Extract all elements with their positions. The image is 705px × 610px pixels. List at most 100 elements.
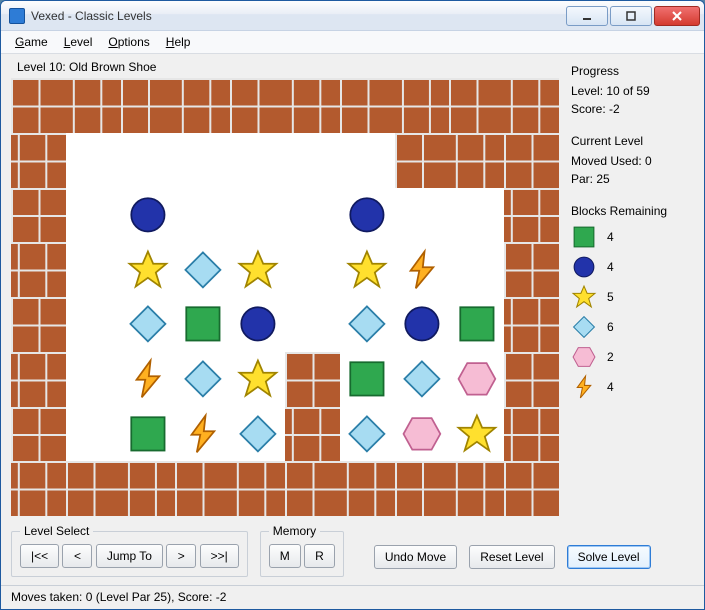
memory-r-button[interactable]: R bbox=[304, 544, 335, 568]
block-star[interactable] bbox=[121, 242, 176, 297]
wall-cell bbox=[449, 461, 504, 516]
block-hexagon[interactable] bbox=[449, 352, 504, 407]
wall-cell bbox=[121, 461, 176, 516]
wall-cell bbox=[11, 352, 66, 407]
wall-cell bbox=[66, 78, 121, 133]
prev-level-button[interactable]: < bbox=[62, 544, 92, 568]
memory-heading: Memory bbox=[269, 524, 320, 538]
wall-cell bbox=[175, 78, 230, 133]
level-title: Level 10: Old Brown Shoe bbox=[17, 60, 559, 74]
wall-cell bbox=[449, 78, 504, 133]
wall-cell bbox=[504, 297, 559, 352]
memory-m-button[interactable]: M bbox=[269, 544, 301, 568]
empty-cell bbox=[66, 407, 121, 462]
empty-cell bbox=[66, 352, 121, 407]
diamond-icon bbox=[236, 412, 280, 456]
wall-cell bbox=[11, 297, 66, 352]
empty-cell bbox=[66, 242, 121, 297]
block-circle[interactable] bbox=[121, 188, 176, 243]
legend-row-star: 5 bbox=[571, 284, 692, 310]
wall-cell bbox=[285, 407, 340, 462]
menu-options[interactable]: Options bbox=[108, 35, 149, 49]
hexagon-icon bbox=[571, 344, 597, 370]
legend-count: 4 bbox=[607, 260, 614, 274]
wall-cell bbox=[285, 78, 340, 133]
wall-cell bbox=[11, 133, 66, 188]
minimize-button[interactable] bbox=[566, 6, 608, 26]
block-bolt[interactable] bbox=[395, 242, 450, 297]
legend-count: 6 bbox=[607, 320, 614, 334]
block-circle[interactable] bbox=[230, 297, 285, 352]
block-square[interactable] bbox=[121, 407, 176, 462]
bolt-icon bbox=[126, 357, 170, 401]
diamond-icon bbox=[126, 302, 170, 346]
wall-cell bbox=[285, 461, 340, 516]
block-bolt[interactable] bbox=[121, 352, 176, 407]
block-circle[interactable] bbox=[395, 297, 450, 352]
empty-cell bbox=[449, 242, 504, 297]
block-diamond[interactable] bbox=[340, 297, 395, 352]
solve-level-button[interactable]: Solve Level bbox=[567, 545, 651, 569]
block-diamond[interactable] bbox=[175, 242, 230, 297]
undo-move-button[interactable]: Undo Move bbox=[374, 545, 457, 569]
empty-cell bbox=[175, 188, 230, 243]
empty-cell bbox=[121, 133, 176, 188]
block-circle[interactable] bbox=[340, 188, 395, 243]
maximize-button[interactable] bbox=[610, 6, 652, 26]
block-square[interactable] bbox=[175, 297, 230, 352]
first-level-button[interactable]: |<< bbox=[20, 544, 59, 568]
block-star[interactable] bbox=[230, 242, 285, 297]
legend-row-circle: 4 bbox=[571, 254, 692, 280]
block-star[interactable] bbox=[340, 242, 395, 297]
block-diamond[interactable] bbox=[121, 297, 176, 352]
wall-cell bbox=[504, 407, 559, 462]
next-level-button[interactable]: > bbox=[166, 544, 196, 568]
block-star[interactable] bbox=[230, 352, 285, 407]
block-square[interactable] bbox=[340, 352, 395, 407]
block-star[interactable] bbox=[449, 407, 504, 462]
wall-cell bbox=[340, 78, 395, 133]
wall-cell bbox=[504, 188, 559, 243]
bolt-icon bbox=[400, 248, 444, 292]
star-icon bbox=[126, 248, 170, 292]
block-diamond[interactable] bbox=[175, 352, 230, 407]
circle-icon bbox=[571, 254, 597, 280]
empty-cell bbox=[66, 133, 121, 188]
game-board[interactable] bbox=[11, 78, 559, 516]
reset-level-button[interactable]: Reset Level bbox=[469, 545, 554, 569]
block-square[interactable] bbox=[449, 297, 504, 352]
empty-cell bbox=[395, 188, 450, 243]
hexagon-icon bbox=[400, 412, 444, 456]
last-level-button[interactable]: >>| bbox=[200, 544, 239, 568]
empty-cell bbox=[285, 133, 340, 188]
memory-group: Memory M R bbox=[260, 524, 344, 577]
progress-score: Score: -2 bbox=[571, 102, 692, 116]
diamond-icon bbox=[571, 314, 597, 340]
bottom-controls: Level Select |<< < Jump To > >>| Memory … bbox=[11, 516, 694, 583]
diamond-icon bbox=[345, 302, 389, 346]
menu-game[interactable]: Game bbox=[15, 35, 48, 49]
block-bolt[interactable] bbox=[175, 407, 230, 462]
block-diamond[interactable] bbox=[395, 352, 450, 407]
empty-cell bbox=[175, 133, 230, 188]
star-icon bbox=[571, 284, 597, 310]
menu-level[interactable]: Level bbox=[64, 35, 93, 49]
block-diamond[interactable] bbox=[230, 407, 285, 462]
menu-help[interactable]: Help bbox=[166, 35, 191, 49]
star-icon bbox=[236, 248, 280, 292]
app-window: Vexed - Classic Levels Game Level Option… bbox=[0, 0, 705, 610]
empty-cell bbox=[285, 242, 340, 297]
legend-count: 2 bbox=[607, 350, 614, 364]
block-diamond[interactable] bbox=[340, 407, 395, 462]
wall-cell bbox=[504, 133, 559, 188]
legend-row-diamond: 6 bbox=[571, 314, 692, 340]
jump-to-button[interactable]: Jump To bbox=[96, 544, 163, 568]
close-button[interactable] bbox=[654, 6, 700, 26]
wall-cell bbox=[504, 78, 559, 133]
window-title: Vexed - Classic Levels bbox=[31, 9, 152, 23]
square-icon bbox=[455, 302, 499, 346]
progress-level: Level: 10 of 59 bbox=[571, 84, 692, 98]
block-hexagon[interactable] bbox=[395, 407, 450, 462]
wall-cell bbox=[395, 133, 450, 188]
diamond-icon bbox=[345, 412, 389, 456]
